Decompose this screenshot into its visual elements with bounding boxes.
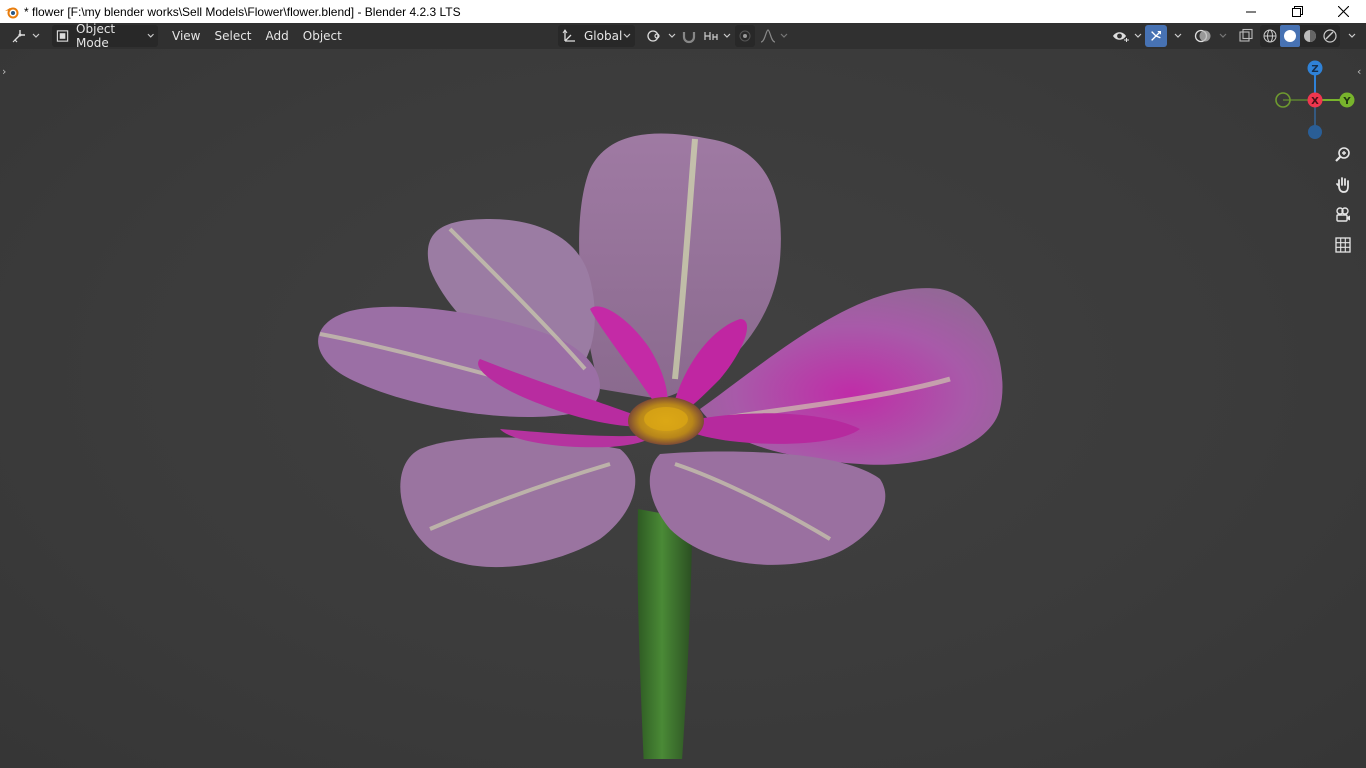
camera-view-icon — [1336, 207, 1350, 222]
flower-model[interactable] — [300, 79, 1020, 759]
gizmo-x-label: X — [1311, 96, 1319, 107]
menu-object[interactable]: Object — [296, 25, 349, 47]
chevron-down-icon — [723, 33, 731, 38]
3d-viewport[interactable]: › ‹ Z Y X — [0, 49, 1366, 768]
gizmo-y-label: Y — [1342, 96, 1351, 107]
visibility-dropdown[interactable] — [1108, 25, 1146, 47]
shading-dropdown[interactable] — [1340, 25, 1360, 47]
menu-add[interactable]: Add — [259, 25, 296, 47]
wireframe-sphere-icon — [1263, 29, 1277, 43]
restore-button[interactable] — [1274, 0, 1320, 23]
mode-label: Object Mode — [76, 22, 116, 50]
editor-type-button[interactable] — [8, 25, 44, 47]
snap-toggle[interactable] — [677, 25, 701, 47]
viewport-header: Object Mode View Select Add Object Globa… — [0, 22, 1366, 50]
3d-viewport-icon — [12, 30, 25, 43]
eye-icon — [1113, 32, 1129, 42]
pan-button[interactable] — [1331, 173, 1355, 197]
zoom-icon — [1335, 147, 1350, 162]
header-menus: View Select Add Object — [165, 25, 349, 47]
snap-target-dropdown[interactable] — [699, 25, 735, 47]
chevron-down-icon — [32, 33, 40, 38]
shading-material-button[interactable] — [1300, 25, 1320, 47]
chevron-down-icon — [623, 33, 631, 38]
proportional-edit-icon — [739, 30, 751, 42]
chevron-down-icon — [780, 33, 788, 38]
orientation-label: Global — [584, 29, 623, 43]
chevron-down-icon — [1134, 33, 1142, 38]
navigation-gizmo[interactable]: Z Y X — [1270, 55, 1360, 145]
mode-dropdown[interactable]: Object Mode — [52, 22, 158, 50]
minimize-icon — [1246, 11, 1256, 12]
orientation-dropdown[interactable]: Global — [558, 25, 635, 47]
shading-wireframe-button[interactable] — [1260, 25, 1280, 47]
shading-solid-button[interactable] — [1280, 25, 1300, 47]
pivot-point-dropdown[interactable] — [642, 25, 680, 47]
chevron-down-icon — [1348, 33, 1356, 38]
menu-select[interactable]: Select — [207, 25, 258, 47]
gizmo-toggle[interactable] — [1145, 25, 1167, 47]
rendered-sphere-icon — [1323, 29, 1337, 43]
gizmo-z-label: Z — [1311, 64, 1318, 75]
window-title: * flower [F:\my blender works\Sell Model… — [24, 4, 461, 19]
close-button[interactable] — [1320, 0, 1366, 23]
window-titlebar: * flower [F:\my blender works\Sell Model… — [0, 0, 1366, 23]
chevron-down-icon — [147, 33, 154, 38]
close-icon — [1337, 6, 1349, 17]
falloff-dropdown[interactable] — [756, 25, 792, 47]
xray-icon — [1239, 28, 1253, 42]
overlay-icon — [1194, 29, 1211, 43]
gizmo-icon — [1151, 31, 1161, 41]
snap-increment-icon — [704, 32, 718, 40]
gizmo-dropdown[interactable] — [1166, 25, 1186, 47]
toolbar-expand-arrow[interactable]: › — [2, 65, 6, 78]
minimize-button[interactable] — [1228, 0, 1274, 23]
overlay-dropdown[interactable] — [1211, 25, 1231, 47]
magnet-icon — [682, 32, 696, 44]
material-sphere-icon — [1304, 30, 1316, 42]
menu-view[interactable]: View — [165, 25, 207, 47]
solid-sphere-icon — [1284, 30, 1296, 42]
gizmo-neg-z — [1308, 125, 1322, 139]
restore-icon — [1291, 6, 1303, 17]
object-mode-icon — [56, 30, 69, 42]
blender-logo-icon — [5, 7, 19, 18]
flower-stem — [637, 509, 692, 759]
falloff-curve-icon — [760, 29, 776, 43]
shading-rendered-button[interactable] — [1320, 25, 1340, 47]
camera-view-button[interactable] — [1331, 203, 1355, 227]
zoom-button[interactable] — [1331, 143, 1355, 167]
perspective-toggle-button[interactable] — [1331, 233, 1355, 257]
chevron-down-icon — [1219, 33, 1227, 38]
pan-hand-icon — [1336, 177, 1349, 193]
chevron-down-icon — [668, 33, 676, 38]
global-orientation-icon — [562, 29, 575, 42]
orthographic-grid-icon — [1335, 237, 1351, 253]
petal-bottom-left — [400, 437, 636, 568]
petal-top — [579, 133, 781, 399]
shading-mode-group — [1260, 25, 1340, 47]
xray-toggle[interactable] — [1234, 25, 1258, 47]
pivot-point-icon — [647, 30, 660, 42]
chevron-down-icon — [1174, 33, 1182, 38]
proportional-edit-toggle[interactable] — [735, 25, 755, 47]
